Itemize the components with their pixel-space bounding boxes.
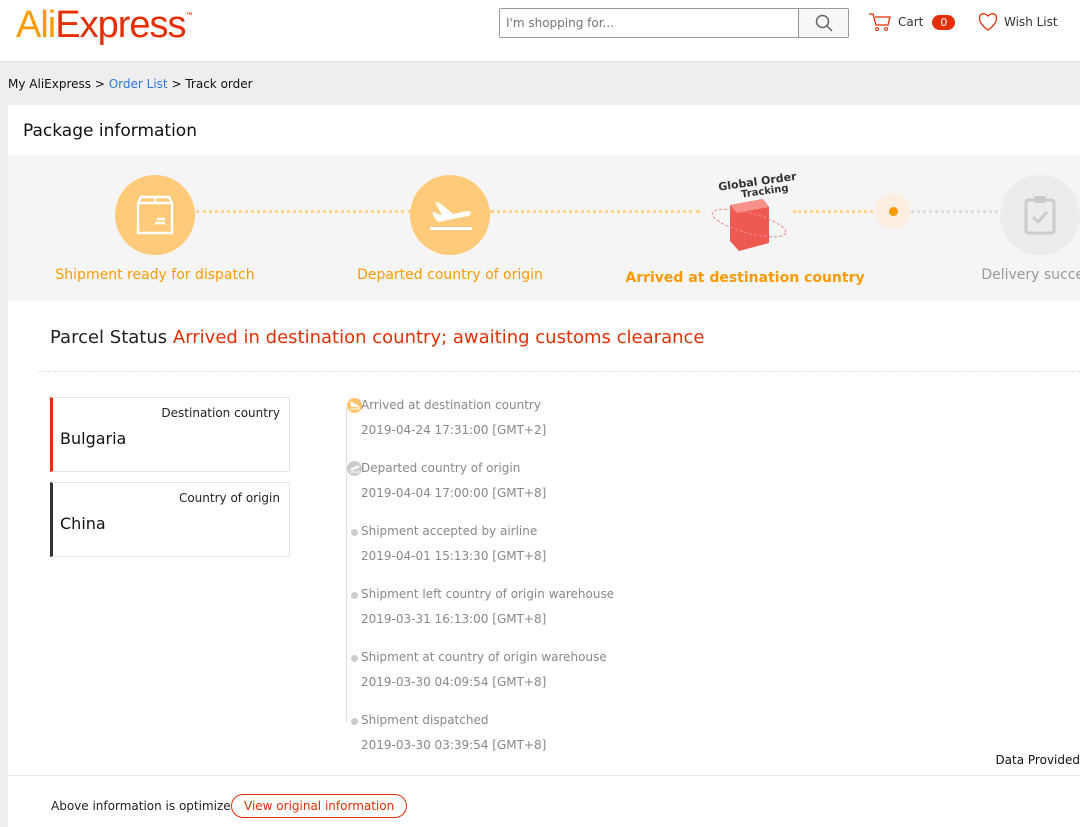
parcel-status-label: Parcel Status xyxy=(50,327,168,348)
clipboard-check-icon xyxy=(1024,196,1056,235)
breadcrumb-my-aliexpress[interactable]: My AliExpress xyxy=(8,77,91,91)
search-icon xyxy=(815,14,833,32)
destination-country-value: Bulgaria xyxy=(60,429,127,448)
step-shipment-ready: Shipment ready for dispatch xyxy=(35,175,275,283)
timeline-dot-icon xyxy=(351,718,358,725)
event-title: Shipment at country of origin warehouse xyxy=(361,650,607,664)
event-title: Arrived at destination country xyxy=(361,398,541,412)
step-departed-origin: Departed country of origin xyxy=(330,175,570,283)
cart-link[interactable]: Cart 0 xyxy=(868,12,956,32)
timeline-event: Departed country of origin 2019-04-04 17… xyxy=(347,461,547,500)
package-card: Package information Shipment ready for d… xyxy=(8,105,1080,827)
search-button[interactable] xyxy=(798,9,848,37)
timeline-dot-icon xyxy=(351,655,358,662)
breadcrumb-track-order: Track order xyxy=(185,77,253,91)
global-order-tracking-cube-icon: Global Order Tracking xyxy=(625,163,865,259)
plane-departure-icon xyxy=(430,202,472,230)
aliexpress-logo[interactable]: AliExpress™ xyxy=(16,4,193,47)
divider xyxy=(38,371,1080,372)
page-title: Package information xyxy=(23,121,197,141)
step-label: Arrived at destination country xyxy=(625,270,865,286)
event-time: 2019-03-31 16:13:00 [GMT+8] xyxy=(361,612,547,626)
plane-arrival-icon xyxy=(347,398,362,413)
progress-current-marker xyxy=(875,193,911,229)
timeline-event: Shipment at country of origin warehouse … xyxy=(351,650,607,689)
box-icon xyxy=(136,195,174,235)
timeline-dot-icon xyxy=(351,529,358,536)
event-time: 2019-04-24 17:31:00 [GMT+2] xyxy=(361,423,547,437)
origin-country-card: Country of origin China xyxy=(50,482,290,557)
parcel-status: Parcel Status Arrived in destination cou… xyxy=(50,327,704,348)
step-delivery-success: Delivery success xyxy=(920,175,1080,283)
timeline-line xyxy=(346,407,347,722)
event-title: Shipment left country of origin warehous… xyxy=(361,587,615,601)
event-time: 2019-03-30 03:39:54 [GMT+8] xyxy=(361,738,547,752)
cart-icon xyxy=(869,13,891,31)
event-title: Shipment dispatched xyxy=(361,713,489,727)
breadcrumb-order-list[interactable]: Order List xyxy=(109,77,168,91)
timeline-event: Shipment accepted by airline 2019-04-01 … xyxy=(351,524,547,563)
event-title: Departed country of origin xyxy=(361,461,521,475)
destination-country-card: Destination country Bulgaria xyxy=(50,397,290,472)
header: AliExpress™ Cart 0 Wish List xyxy=(0,0,1080,62)
origin-country-label: Country of origin xyxy=(178,491,280,505)
optimized-note: Above information is optimized xyxy=(51,799,239,813)
search-input[interactable] xyxy=(500,9,798,37)
timeline-event: Shipment dispatched 2019-03-30 03:39:54 … xyxy=(351,713,547,752)
timeline-event: Shipment left country of origin warehous… xyxy=(351,587,615,626)
view-original-button[interactable]: View original information xyxy=(231,794,408,818)
step-label: Delivery success xyxy=(981,267,1080,283)
heart-icon xyxy=(978,13,998,31)
step-arrived-destination: Global Order Tracking Arrived at destinat… xyxy=(625,163,865,286)
wishlist-link[interactable]: Wish List xyxy=(977,12,1058,32)
divider xyxy=(8,775,1080,776)
search-box xyxy=(499,8,849,38)
wishlist-label: Wish List xyxy=(1004,15,1058,29)
timeline-dot-icon xyxy=(351,592,358,599)
step-label: Shipment ready for dispatch xyxy=(55,267,255,283)
event-time: 2019-03-30 04:09:54 [GMT+8] xyxy=(361,675,547,689)
breadcrumb-separator: > xyxy=(94,77,105,91)
data-provided-label: Data Provided xyxy=(995,753,1080,767)
origin-country-value: China xyxy=(60,514,106,533)
destination-country-label: Destination country xyxy=(161,406,280,420)
breadcrumb: My AliExpress > Order List > Track order xyxy=(8,77,253,91)
breadcrumb-separator: > xyxy=(171,77,182,91)
trademark: ™ xyxy=(185,12,193,19)
event-time: 2019-04-04 17:00:00 [GMT+8] xyxy=(361,486,547,500)
event-time: 2019-04-01 15:13:30 [GMT+8] xyxy=(361,549,547,563)
parcel-status-value: Arrived in destination country; awaiting… xyxy=(172,327,705,348)
timeline-event: Arrived at destination country 2019-04-2… xyxy=(347,398,547,437)
plane-departure-icon xyxy=(347,461,362,476)
event-title: Shipment accepted by airline xyxy=(361,524,538,538)
step-label: Departed country of origin xyxy=(357,267,543,283)
cart-label: Cart xyxy=(898,15,924,29)
cart-count-badge: 0 xyxy=(932,14,956,30)
progress-tracker: Shipment ready for dispatch Departed cou… xyxy=(8,155,1080,301)
